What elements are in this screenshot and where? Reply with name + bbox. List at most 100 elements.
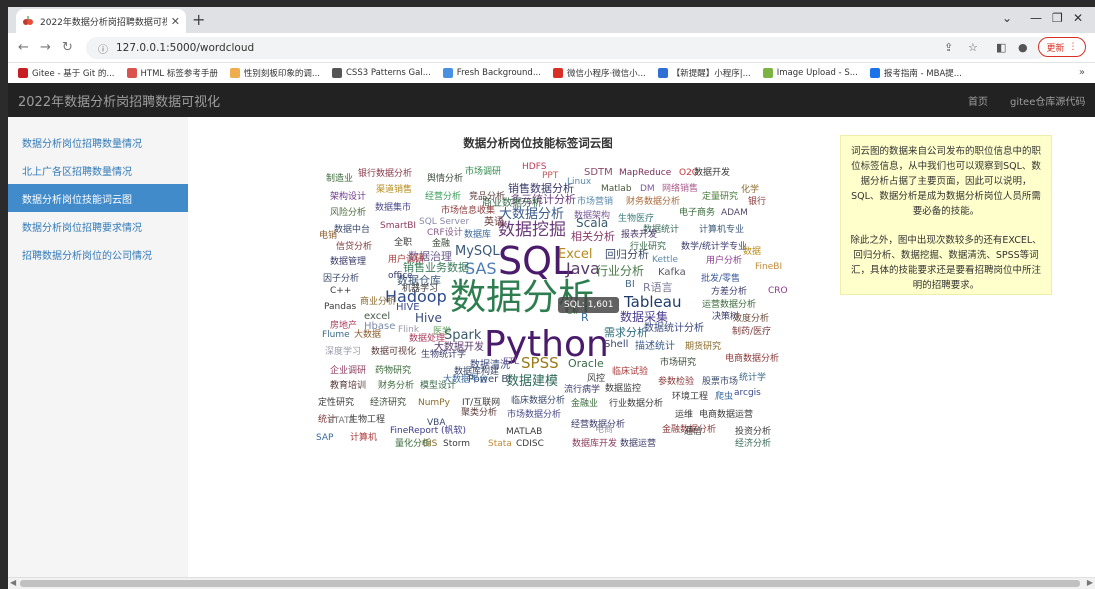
cloud-word[interactable]: 定量研究 (702, 193, 738, 202)
nav-home-link[interactable]: 首页 (968, 83, 988, 117)
cloud-word[interactable]: 数据统计分析 (644, 324, 704, 334)
cloud-word[interactable]: 数据中台 (334, 226, 370, 235)
browser-tab[interactable]: 2022年数据分析岗招聘数据可视化 ✕ (16, 9, 186, 33)
cloud-word[interactable]: FineBI (755, 263, 782, 272)
cloud-word[interactable]: 信贷分析 (336, 243, 372, 252)
cloud-word[interactable]: STATA (328, 417, 355, 426)
cloud-word[interactable]: SAS (465, 261, 497, 277)
cloud-word[interactable]: 电销 (319, 232, 337, 241)
window-minimize-button[interactable]: — (1030, 11, 1042, 25)
cloud-word[interactable]: 数据集市 (375, 204, 411, 213)
side-panel-icon[interactable]: ◧ (996, 41, 1006, 54)
tab-search-icon[interactable]: ⌄ (1002, 11, 1012, 25)
cloud-word[interactable]: 数据挖掘 (498, 222, 566, 239)
cloud-word[interactable]: 股票市场 (702, 378, 738, 387)
cloud-word[interactable]: 英语 (484, 218, 504, 228)
cloud-word[interactable]: 财务分析 (378, 382, 414, 391)
reload-icon[interactable]: ↻ (62, 40, 73, 55)
cloud-word[interactable]: 竞品分析 (469, 193, 505, 202)
cloud-word[interactable]: Excel (558, 248, 592, 261)
cloud-word[interactable]: NumPy (418, 399, 450, 408)
cloud-word[interactable]: 网络销售 (662, 185, 698, 194)
cloud-word[interactable]: office (388, 272, 413, 281)
cloud-word[interactable]: 电子商务 (679, 209, 715, 218)
tab-close-icon[interactable]: ✕ (171, 15, 180, 28)
cloud-word[interactable]: 数学/统计学专业 (681, 243, 747, 252)
cloud-word[interactable]: 市场营销 (577, 198, 613, 207)
cloud-word[interactable]: 商业分析 (360, 298, 396, 307)
cloud-word[interactable]: DM (640, 185, 655, 194)
cloud-word[interactable]: R语言 (643, 282, 673, 293)
cloud-word[interactable]: 行业研究 (630, 243, 666, 252)
cloud-word[interactable]: 经济研究 (370, 399, 406, 408)
cloud-word[interactable]: Matlab (601, 185, 632, 194)
sidebar-item[interactable]: 招聘数据分析岗位的公司情况 (8, 240, 188, 268)
profile-avatar-icon[interactable]: ● (1018, 41, 1028, 54)
cloud-word[interactable]: 用户调研 (388, 256, 424, 265)
cloud-word[interactable]: 舆情分析 (427, 175, 463, 184)
cloud-word[interactable]: 大数据 (354, 331, 381, 340)
cloud-word[interactable]: 相关分析 (571, 231, 615, 242)
sidebar-item[interactable]: 数据分析岗位招聘数量情况 (8, 128, 188, 156)
cloud-word[interactable]: 架构设计 (330, 193, 366, 202)
cloud-word[interactable]: 统计学 (739, 374, 766, 383)
cloud-word[interactable]: CDISC (516, 440, 544, 449)
cloud-word[interactable]: 计算机 (350, 434, 377, 443)
cloud-word[interactable]: 定性研究 (318, 399, 354, 408)
new-tab-button[interactable]: + (192, 10, 205, 29)
cloud-word[interactable]: GIS (422, 440, 437, 449)
cloud-word[interactable]: 数据架构 (574, 212, 610, 221)
bookmark-item[interactable]: CSS3 Patterns Gal... (331, 68, 431, 78)
bookmarks-more-icon[interactable]: » (1079, 67, 1085, 78)
cloud-word[interactable]: Shell (604, 340, 628, 350)
cloud-word[interactable]: 批发/零售 (701, 275, 740, 284)
cloud-word[interactable]: 教育培训 (330, 382, 366, 391)
cloud-word[interactable]: 全职 (394, 239, 412, 248)
cloud-word[interactable]: 方差分析 (711, 288, 747, 297)
cloud-word[interactable]: Stata (488, 440, 512, 449)
url-input[interactable]: ⓘ 127.0.0.1:5000/wordcloud (86, 37, 1048, 59)
cloud-word[interactable]: 运营数据分析 (702, 301, 756, 310)
cloud-word[interactable]: 药物研究 (375, 367, 411, 376)
cloud-word[interactable]: Kettle (652, 256, 678, 265)
scroll-left-icon[interactable]: ◀ (10, 578, 16, 587)
back-icon[interactable]: ← (18, 40, 29, 55)
cloud-word[interactable]: 行业分析 (596, 265, 644, 277)
cloud-word[interactable]: 数据采集 (620, 311, 668, 323)
cloud-word[interactable]: Pandas (324, 303, 356, 312)
cloud-word[interactable]: 爬虫 (715, 393, 733, 402)
cloud-word[interactable]: 描述统计 (635, 342, 675, 352)
cloud-word[interactable]: Linux (567, 178, 591, 187)
sidebar-item[interactable]: 北上广各区招聘数量情况 (8, 156, 188, 184)
cloud-word[interactable]: 聚类分析 (461, 409, 497, 418)
cloud-word[interactable]: CRO (768, 287, 788, 296)
cloud-word[interactable]: 流行病学 (564, 386, 600, 395)
cloud-word[interactable]: 数据运营 (620, 440, 656, 449)
bookmark-item[interactable]: 报考指南 - MBA提... (869, 67, 962, 79)
bookmark-item[interactable]: 微信小程序·微信小... (552, 67, 646, 79)
cloud-word[interactable]: 销售数据分析 (508, 183, 574, 194)
cloud-word[interactable]: 市场数据分析 (507, 411, 561, 420)
cloud-word[interactable]: 期货研究 (685, 343, 721, 352)
sidebar-item[interactable]: 数据分析岗位技能词云图 (8, 184, 188, 212)
cloud-word[interactable]: Hive (415, 312, 442, 324)
cloud-word[interactable]: SmartBI (380, 222, 416, 231)
cloud-word[interactable]: 数据监控 (605, 385, 641, 394)
cloud-word[interactable]: 市场调研 (465, 168, 501, 177)
cloud-word[interactable]: 行业数据分析 (609, 400, 663, 409)
cloud-word[interactable]: 风控 (587, 375, 605, 384)
site-info-icon[interactable]: ⓘ (98, 41, 108, 56)
sidebar-item[interactable]: 数据分析岗位招聘要求情况 (8, 212, 188, 240)
cloud-word[interactable]: 数据处理 (409, 335, 445, 344)
cloud-word[interactable]: 环境工程 (672, 393, 708, 402)
bookmark-item[interactable]: Fresh Background... (442, 68, 541, 78)
cloud-word[interactable]: ADAM (721, 209, 748, 218)
cloud-word[interactable]: 金融 (432, 240, 450, 249)
cloud-word[interactable]: 电商数据分析 (725, 355, 779, 364)
cloud-word[interactable]: SAP (316, 434, 333, 443)
cloud-word[interactable]: HIVE (396, 303, 420, 313)
cloud-word[interactable]: FineReport (帆软) (390, 427, 466, 436)
cloud-word[interactable]: 制药/医疗 (732, 328, 771, 337)
cloud-word[interactable]: R (581, 312, 589, 323)
cloud-word[interactable]: BI (625, 280, 635, 290)
